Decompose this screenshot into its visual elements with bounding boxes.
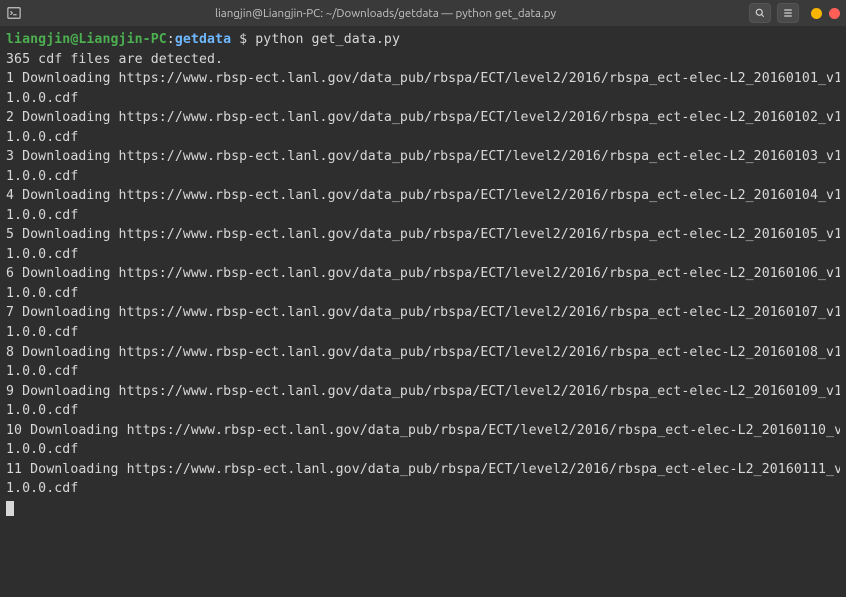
minimize-button[interactable] xyxy=(811,8,822,19)
titlebar: liangjin@Liangjin-PC: ~/Downloads/getdat… xyxy=(0,0,846,26)
output-line: 2 Downloading https://www.rbsp-ect.lanl.… xyxy=(6,108,840,128)
prompt-directory: getdata xyxy=(175,32,231,47)
output-line: 1.0.0.cdf xyxy=(6,362,840,382)
output-line: 1.0.0.cdf xyxy=(6,401,840,421)
output-line: 11 Downloading https://www.rbsp-ect.lanl… xyxy=(6,460,840,480)
output-line: 1.0.0.cdf xyxy=(6,245,840,265)
cursor-line xyxy=(6,499,840,519)
output-download-list: 1 Downloading https://www.rbsp-ect.lanl.… xyxy=(6,69,840,499)
prompt-sigil: $ xyxy=(239,32,247,47)
output-download-entry: 1 Downloading https://www.rbsp-ect.lanl.… xyxy=(6,69,840,108)
output-line: 1.0.0.cdf xyxy=(6,479,840,499)
output-line: 3 Downloading https://www.rbsp-ect.lanl.… xyxy=(6,147,840,167)
output-download-entry: 4 Downloading https://www.rbsp-ect.lanl.… xyxy=(6,186,840,225)
prompt-command: python get_data.py xyxy=(255,32,400,47)
output-download-entry: 5 Downloading https://www.rbsp-ect.lanl.… xyxy=(6,225,840,264)
prompt-colon: : xyxy=(167,32,175,47)
output-line: 1.0.0.cdf xyxy=(6,128,840,148)
output-line: 5 Downloading https://www.rbsp-ect.lanl.… xyxy=(6,225,840,245)
output-line: 1.0.0.cdf xyxy=(6,206,840,226)
output-line: 1.0.0.cdf xyxy=(6,89,840,109)
output-download-entry: 3 Downloading https://www.rbsp-ect.lanl.… xyxy=(6,147,840,186)
output-download-entry: 9 Downloading https://www.rbsp-ect.lanl.… xyxy=(6,382,840,421)
output-download-entry: 7 Downloading https://www.rbsp-ect.lanl.… xyxy=(6,303,840,342)
output-line: 1.0.0.cdf xyxy=(6,167,840,187)
window-title: liangjin@Liangjin-PC: ~/Downloads/getdat… xyxy=(28,7,743,20)
output-download-entry: 8 Downloading https://www.rbsp-ect.lanl.… xyxy=(6,343,840,382)
output-line: 1.0.0.cdf xyxy=(6,323,840,343)
output-download-entry: 10 Downloading https://www.rbsp-ect.lanl… xyxy=(6,421,840,460)
prompt-user-host: liangjin@Liangjin-PC xyxy=(6,32,167,47)
close-button[interactable] xyxy=(829,8,840,19)
menu-button[interactable] xyxy=(777,3,799,23)
output-line: 6 Downloading https://www.rbsp-ect.lanl.… xyxy=(6,264,840,284)
terminal-content[interactable]: liangjin@Liangjin-PC:getdata $ python ge… xyxy=(0,26,846,597)
terminal-app-icon xyxy=(6,5,22,21)
output-line: 1.0.0.cdf xyxy=(6,284,840,304)
output-line: 1.0.0.cdf xyxy=(6,440,840,460)
prompt-line: liangjin@Liangjin-PC:getdata $ python ge… xyxy=(6,30,840,50)
output-download-entry: 2 Downloading https://www.rbsp-ect.lanl.… xyxy=(6,108,840,147)
output-line: 9 Downloading https://www.rbsp-ect.lanl.… xyxy=(6,382,840,402)
output-line: 1 Downloading https://www.rbsp-ect.lanl.… xyxy=(6,69,840,89)
cursor xyxy=(6,501,14,516)
output-download-entry: 6 Downloading https://www.rbsp-ect.lanl.… xyxy=(6,264,840,303)
output-line: 10 Downloading https://www.rbsp-ect.lanl… xyxy=(6,421,840,441)
output-detect-line: 365 cdf files are detected. xyxy=(6,50,840,70)
output-line: 7 Downloading https://www.rbsp-ect.lanl.… xyxy=(6,303,840,323)
output-download-entry: 11 Downloading https://www.rbsp-ect.lanl… xyxy=(6,460,840,499)
output-line: 8 Downloading https://www.rbsp-ect.lanl.… xyxy=(6,343,840,363)
search-button[interactable] xyxy=(749,3,771,23)
output-line: 4 Downloading https://www.rbsp-ect.lanl.… xyxy=(6,186,840,206)
